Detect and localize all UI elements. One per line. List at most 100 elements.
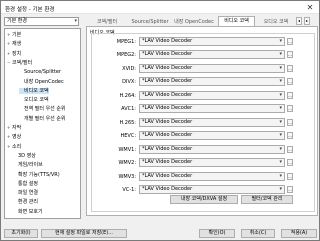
decoder-options-button[interactable]: … [287,64,293,72]
cancel-button[interactable]: 취소(C) [241,229,275,238]
tree-item-label: 파일 연결 [18,190,38,197]
tree-item-label: 화면 보호기 [18,208,43,215]
codec-label: MPEG1: [116,39,136,45]
decoder-value: *LAV Video Decoder [142,145,193,152]
decoder-value: *LAV Video Decoder [142,51,193,58]
decoder-dropdown[interactable]: *LAV Video Decoder ▾ [139,77,285,87]
decoder-dropdown[interactable]: *LAV Video Decoder ▾ [139,171,285,181]
chevron-down-icon: ▾ [279,105,282,112]
tab-1[interactable]: Source/Splitter [130,17,170,26]
tree-item-label: 재생 [12,41,22,48]
decoder-dropdown[interactable]: *LAV Video Decoder ▾ [139,117,285,127]
tree-item[interactable]: 내장 OpenCodec [19,79,64,85]
codec-row: DIVX: *LAV Video Decoder ▾… [92,77,316,87]
tab-scroll-left-icon[interactable]: ◂ [296,17,302,25]
tree-item[interactable]: + 자막 [7,125,21,131]
decoder-options-button[interactable]: … [287,51,293,59]
decoder-value: *LAV Video Decoder [142,78,193,85]
decoder-dropdown[interactable]: *LAV Video Decoder ▾ [139,158,285,168]
preset-dropdown[interactable]: 기본 환경 ▾ [4,17,79,26]
tree-item-label: 코덱/필터 [12,59,33,66]
tab-0[interactable]: 코덱/필터 [87,17,127,26]
tree-item-label: 통합 설정 [18,180,38,187]
decoder-options-button[interactable]: … [287,105,293,113]
codec-row: H.265: *LAV Video Decoder ▾… [92,117,316,127]
chevron-down-icon: ▾ [279,91,282,98]
close-icon[interactable]: ✕ [305,3,315,12]
tree-item[interactable]: + 소리 [7,144,21,150]
decoder-options-button[interactable]: … [287,78,293,86]
tree-item[interactable]: 파일 연결 [13,190,38,196]
decoder-options-button[interactable]: … [287,172,293,180]
decoder-value: *LAV Video Decoder [142,91,193,98]
chevron-down-icon: ▾ [279,51,282,58]
tree-item-label: 영상 [12,134,22,141]
decoder-value: *LAV Video Decoder [142,105,193,112]
tree-item[interactable]: 화면 보호기 [13,209,43,215]
decoder-options-button[interactable]: … [287,159,293,167]
codec-label: WMV3: [118,173,136,180]
export-settings-button[interactable]: 현재 설정 파일로 저장(E)... [41,229,127,238]
codec-label: DIVX: [122,79,136,86]
decoder-value: *LAV Video Decoder [142,38,193,44]
codec-label: WMV1: [118,146,136,153]
ok-button[interactable]: 확인(O) [199,229,235,238]
codec-row: WMV3: *LAV Video Decoder ▾… [92,171,316,181]
filter-codec-manage-button[interactable]: 필터/코덱 관리 [241,195,293,204]
decoder-options-button[interactable]: … [287,118,293,126]
tab-4[interactable]: 오디오 코덱 [258,17,294,26]
codec-label: AVC1: [121,106,136,113]
decoder-options-button[interactable]: … [287,145,293,153]
decoder-value: *LAV Video Decoder [142,172,193,179]
tree-item[interactable]: 통합 설정 [13,181,38,187]
tree-item[interactable]: 오디오 코덱 [19,97,49,103]
chevron-down-icon: ▾ [279,132,282,139]
tree-item[interactable]: 3D 영상 [13,153,36,159]
codec-label: WMV2: [118,160,136,167]
decoder-dropdown[interactable]: *LAV Video Decoder ▾ [139,63,285,73]
codec-row: HEVC: *LAV Video Decoder ▾… [92,131,316,141]
tab-2[interactable]: 내장 OpenCodec [173,17,215,26]
tree-item-label: Source/Splitter [24,69,62,76]
tree-item[interactable]: 전역 필터 우선 순위 [19,106,66,112]
tree-item[interactable]: 개별 필터 우선 순위 [19,116,66,122]
decoder-options-button[interactable]: … [287,91,293,99]
apply-button[interactable]: 적용(A) [281,229,317,238]
codec-row: WMV1: *LAV Video Decoder ▾… [92,144,316,154]
tree-item[interactable]: + 장치 [7,51,21,57]
tree-item[interactable]: + 영상 [7,134,21,140]
tree-item-label: 개별 필터 우선 순위 [24,115,66,122]
reset-button[interactable]: 초기화(I) [4,229,38,238]
settings-tree[interactable]: + 기본 + 재생 + 장치 − 코덱/필터 Source/Splitter 내장 OpenCod… [4,28,81,219]
tree-item-label: 환경 관리 [18,199,38,206]
tree-item[interactable]: 확장 기능(TTS/VR) [13,172,60,178]
decoder-value: *LAV Video Decoder [142,159,193,166]
decoder-dropdown[interactable]: *LAV Video Decoder ▾ [139,50,285,60]
tree-item[interactable]: 비디오 코덱 [19,87,49,94]
preset-value: 기본 환경 [7,18,27,24]
tree-item[interactable]: + 재생 [7,41,21,47]
decoder-dropdown[interactable]: *LAV Video Decoder ▾ [139,104,285,114]
decoder-dropdown[interactable]: *LAV Video Decoder ▾ [139,184,285,194]
decoder-value: *LAV Video Decoder [142,132,193,139]
decoder-dropdown[interactable]: *LAV Video Decoder ▾ [139,37,285,46]
codec-row: WMV2: *LAV Video Decoder ▾… [92,158,316,168]
builtin-codec-settings-button[interactable]: 내장 코덱/DXVA 설정 [170,195,238,204]
codec-row: AVC1: *LAV Video Decoder ▾ … [92,104,316,114]
decoder-dropdown[interactable]: *LAV Video Decoder ▾ [139,144,285,154]
codec-row: H.264: *LAV Video Decoder ▾… [92,90,316,100]
chevron-down-icon: ▾ [279,118,282,125]
tree-item[interactable]: − 코덱/필터 [7,60,32,66]
codec-row: MPEG2: *LAV Video Decoder ▾… [92,50,316,60]
decoder-options-button[interactable]: … [287,38,293,45]
decoder-dropdown[interactable]: *LAV Video Decoder ▾ [139,90,285,100]
chevron-down-icon: ▾ [279,64,282,71]
decoder-options-button[interactable]: … [287,185,293,193]
decoder-dropdown[interactable]: *LAV Video Decoder ▾ [139,131,285,141]
tree-item[interactable]: + 기본 [7,32,21,38]
decoder-options-button[interactable]: … [287,132,293,140]
tree-item[interactable]: 게임/라이브 [13,162,43,168]
tab-scroll-right-icon[interactable]: ▸ [304,17,310,25]
tree-item[interactable]: Source/Splitter [19,69,61,75]
tree-item[interactable]: 환경 관리 [13,199,38,205]
